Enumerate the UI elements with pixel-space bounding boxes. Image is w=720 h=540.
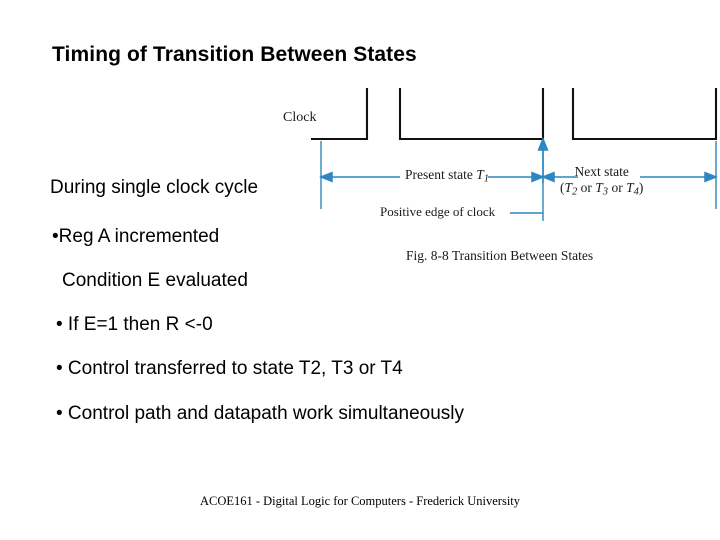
or-1: or — [577, 179, 596, 195]
timing-diagram-figure: Clock Present state T1 Next state (T2 or… — [260, 88, 720, 273]
or-2: or — [608, 179, 627, 195]
next-state-label: Next state (T2 or T3 or T4) — [560, 164, 643, 198]
clock-waveform — [310, 88, 718, 141]
body-line: Condition E evaluated — [62, 270, 248, 291]
body-line: • Control path and datapath work simulta… — [56, 403, 464, 424]
footer-text: ACOE161 - Digital Logic for Computers - … — [199, 494, 521, 508]
clock-label: Clock — [283, 110, 317, 125]
state-t4: T — [626, 179, 634, 195]
page-title: Timing of Transition Between States — [52, 43, 417, 66]
figure-caption: Fig. 8-8 Transition Between States — [406, 248, 594, 263]
present-state-subscript: 1 — [483, 173, 490, 185]
present-state-symbol: T — [476, 167, 484, 182]
state-t2: T — [564, 179, 573, 195]
body-line: During single clock cycle — [50, 177, 259, 198]
present-state-label: Present state T1 — [405, 167, 489, 184]
paren-close: ) — [638, 179, 644, 195]
slide-canvas: Timing of Transition Between States Cloc… — [0, 0, 720, 540]
next-state-line2: (T2 or T3 or T4) — [560, 180, 643, 198]
present-state-text: Present state — [405, 167, 477, 182]
state-t3: T — [595, 179, 603, 195]
body-line: • If E=1 then R <-0 — [56, 314, 213, 335]
body-line: • Control transferred to state T2, T3 or… — [56, 358, 403, 379]
positive-edge-label: Positive edge of clock — [380, 204, 496, 219]
body-line: •Reg A incremented — [52, 226, 220, 247]
next-state-line1: Next state — [574, 164, 629, 179]
timing-diagram-svg — [310, 88, 719, 221]
